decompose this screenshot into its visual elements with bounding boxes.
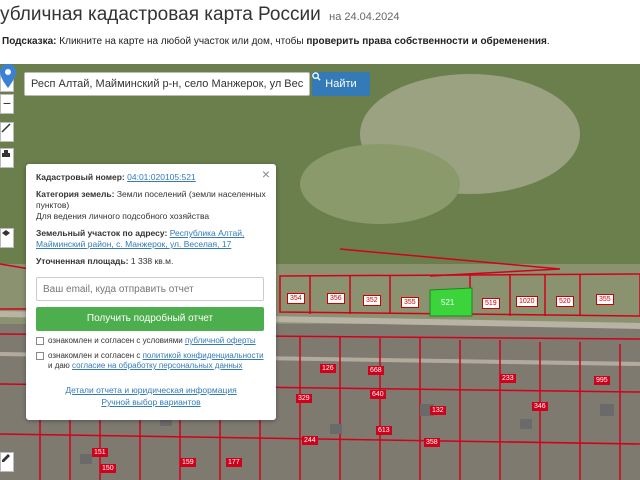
parcel-label[interactable]: 352 bbox=[363, 295, 381, 306]
privacy-link[interactable]: политикой конфиденциальности bbox=[143, 351, 264, 360]
parcel-info-panel: × Кадастровый номер: 04:01:020105:521 Ка… bbox=[26, 164, 276, 420]
cadastral-link[interactable]: 04:01:020105:521 bbox=[127, 172, 196, 182]
parcel-label[interactable]: 358 bbox=[424, 438, 440, 447]
parcel-label[interactable]: 150 bbox=[100, 464, 116, 473]
measure-tool-button[interactable] bbox=[0, 122, 14, 142]
consent-privacy: ознакомлен и согласен с политикой конфид… bbox=[36, 351, 266, 371]
hint-bold: проверить права собственности и обремене… bbox=[306, 36, 547, 47]
search-button[interactable]: Найти bbox=[312, 72, 370, 96]
print-button[interactable] bbox=[0, 148, 14, 168]
area-row: Уточненная площадь: 1 338 кв.м. bbox=[36, 256, 266, 267]
parcel-label[interactable]: 613 bbox=[376, 426, 392, 435]
parcel-label[interactable]: 356 bbox=[327, 293, 345, 304]
parcel-label[interactable]: 520 bbox=[556, 296, 574, 307]
manual-select-link[interactable]: Ручной выбор вариантов bbox=[101, 397, 200, 407]
ruler-icon bbox=[1, 123, 11, 133]
email-field[interactable] bbox=[36, 277, 264, 301]
cadastral-map[interactable]: + − Найти 354 356 352 355 519 1020 520 3… bbox=[0, 64, 640, 480]
consent-privacy-mid: и даю bbox=[48, 361, 73, 370]
personal-data-link[interactable]: согласие на обработку персональных данны… bbox=[72, 361, 242, 370]
parcel-label[interactable]: 640 bbox=[370, 390, 386, 399]
parcel-label[interactable]: 132 bbox=[430, 406, 446, 415]
get-report-button[interactable]: Получить подробный отчет bbox=[36, 307, 264, 331]
parcel-label[interactable]: 1020 bbox=[516, 296, 538, 307]
selected-parcel-label: 521 bbox=[441, 298, 455, 307]
area-value: 1 338 кв.м. bbox=[130, 256, 174, 266]
pencil-icon bbox=[2, 454, 10, 462]
printer-icon bbox=[2, 150, 10, 157]
area-label: Уточненная площадь: bbox=[36, 256, 129, 266]
edit-button[interactable] bbox=[0, 452, 14, 472]
parcel-label[interactable]: 329 bbox=[296, 394, 312, 403]
header: убличная кадастровая карта России на 24.… bbox=[0, 0, 640, 64]
consent-offer-label: ознакомлен и согласен с условиями bbox=[48, 336, 185, 345]
details-link-row: Детали отчета и юридическая информация bbox=[36, 385, 266, 395]
search-icon bbox=[312, 72, 321, 81]
layers-button[interactable] bbox=[0, 228, 14, 248]
parcel-label[interactable]: 126 bbox=[320, 364, 336, 373]
search-input[interactable] bbox=[24, 72, 310, 96]
slope bbox=[300, 144, 460, 224]
parcel-label[interactable]: 668 bbox=[368, 366, 384, 375]
parcel-label[interactable]: 354 bbox=[287, 293, 305, 304]
parcel-label[interactable]: 355 bbox=[596, 294, 614, 305]
consent-offer-text: ознакомлен и согласен с условиями публич… bbox=[48, 336, 256, 346]
close-icon[interactable]: × bbox=[262, 166, 270, 182]
parcel-label[interactable]: 346 bbox=[532, 402, 548, 411]
hint: Подсказка: Кликните на карте на любой уч… bbox=[2, 36, 550, 47]
manual-link-row: Ручной выбор вариантов bbox=[36, 397, 266, 407]
offer-link[interactable]: публичной оферты bbox=[185, 336, 256, 345]
hint-end: . bbox=[546, 36, 550, 47]
hint-label: Подсказка: bbox=[2, 36, 57, 47]
parcel-label[interactable]: 519 bbox=[482, 298, 500, 309]
category-row: Категория земель: Земли поселений (земли… bbox=[36, 189, 266, 222]
details-link[interactable]: Детали отчета и юридическая информация bbox=[65, 385, 236, 395]
parcel-label[interactable]: 355 bbox=[401, 297, 419, 308]
zoom-out-button[interactable]: − bbox=[0, 94, 14, 114]
category-label: Категория земель: bbox=[36, 189, 115, 199]
parcel-label[interactable]: 159 bbox=[180, 458, 196, 467]
title-text: убличная кадастровая карта России bbox=[0, 4, 321, 25]
parcel-label[interactable]: 233 bbox=[500, 374, 516, 383]
parcel-label[interactable]: 244 bbox=[302, 436, 318, 445]
search-button-label: Найти bbox=[325, 78, 357, 90]
usage-value: Для ведения личного подсобного хозяйства bbox=[36, 211, 210, 221]
consent-offer: ознакомлен и согласен с условиями публич… bbox=[36, 336, 266, 346]
consent-privacy-checkbox[interactable] bbox=[36, 352, 44, 360]
address-label: Земельный участок по адресу: bbox=[36, 228, 168, 238]
parcel-label[interactable]: 151 bbox=[92, 448, 108, 457]
consent-privacy-label: ознакомлен и согласен с bbox=[48, 351, 143, 360]
parcel-label[interactable]: 177 bbox=[226, 458, 242, 467]
cadastral-label: Кадастровый номер: bbox=[36, 172, 125, 182]
page-title: убличная кадастровая карта России на 24.… bbox=[0, 4, 399, 26]
consent-offer-checkbox[interactable] bbox=[36, 337, 44, 345]
hint-text: Кликните на карте на любой участок или д… bbox=[56, 36, 307, 47]
address-row: Земельный участок по адресу: Республика … bbox=[36, 228, 266, 250]
parcel-label[interactable]: 995 bbox=[594, 376, 610, 385]
layers-icon bbox=[2, 230, 10, 236]
consent-privacy-text: ознакомлен и согласен с политикой конфид… bbox=[48, 351, 266, 371]
location-pin-icon[interactable] bbox=[0, 64, 16, 88]
title-date: на 24.04.2024 bbox=[329, 11, 400, 23]
cadastral-row: Кадастровый номер: 04:01:020105:521 bbox=[36, 172, 266, 183]
